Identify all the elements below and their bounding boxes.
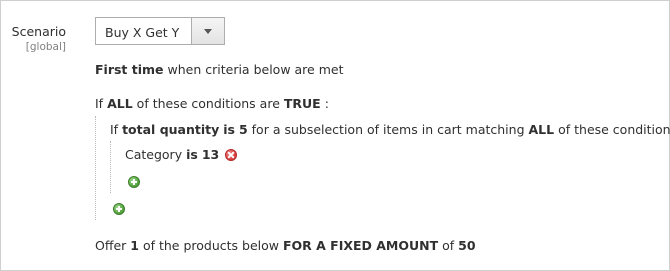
chevron-down-icon (204, 29, 212, 34)
subselect-prefix: If (110, 122, 119, 137)
subselect-value-link[interactable]: 5 (239, 122, 248, 137)
conditions-line: If ALL of these conditions are TRUE : (95, 96, 329, 111)
subselect-operator-link[interactable]: is (223, 122, 235, 137)
conditions-middle: of these conditions are (136, 96, 280, 111)
conditions-aggregator-link[interactable]: ALL (107, 96, 133, 111)
conditions-prefix: If (95, 96, 104, 111)
conditions-suffix: : (324, 96, 329, 111)
offer-line: Offer 1 of the products below FOR A FIXE… (95, 238, 476, 253)
add-icon[interactable] (128, 176, 140, 188)
subselect-middle: for a subselection of items in cart matc… (251, 122, 525, 137)
scenario-label: Scenario (11, 24, 66, 39)
category-condition-line: Category is 13 (125, 147, 238, 162)
offer-middle: of the products below (142, 238, 279, 253)
subselect-aggregator-link[interactable]: ALL (529, 122, 555, 137)
first-time-line: First time when criteria below are met (95, 62, 343, 77)
select-toggle-button[interactable] (191, 18, 224, 44)
scenario-select[interactable]: Buy X Get Y (95, 17, 225, 45)
subselect-tree-line (110, 141, 111, 193)
rule-panel: Scenario [global] Buy X Get Y First time… (0, 0, 670, 271)
category-value-link[interactable]: 13 (202, 147, 219, 162)
offer-count-link[interactable]: 1 (130, 238, 139, 253)
scope-note: [global] (25, 41, 66, 53)
offer-amount-link[interactable]: 50 (458, 238, 475, 253)
first-time-text: when criteria below are met (167, 62, 344, 77)
offer-prefix: Offer (95, 238, 127, 253)
subselect-line: If total quantity is 5 for a subselectio… (110, 122, 670, 137)
conditions-tree-line (95, 116, 96, 220)
category-attribute: Category (125, 147, 183, 162)
remove-icon[interactable] (225, 148, 238, 161)
offer-of: of (442, 238, 455, 253)
first-time-link[interactable]: First time (95, 62, 164, 77)
offer-type-link[interactable]: FOR A FIXED AMOUNT (283, 238, 438, 253)
subselect-suffix: of these conditions: (558, 122, 670, 137)
scenario-select-value: Buy X Get Y (105, 25, 180, 40)
subselect-attribute-link[interactable]: total quantity (122, 122, 219, 137)
conditions-value-link[interactable]: TRUE (284, 96, 321, 111)
add-icon[interactable] (113, 203, 125, 215)
category-operator-link[interactable]: is (186, 147, 198, 162)
